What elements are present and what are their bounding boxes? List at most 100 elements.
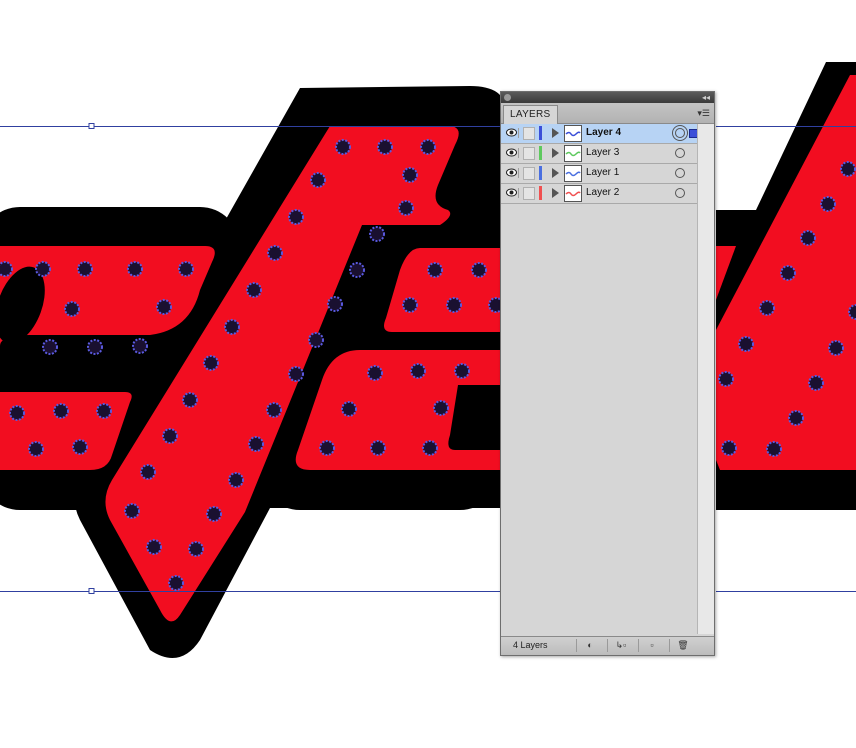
rivet-dot <box>132 338 148 354</box>
lock-toggle[interactable] <box>523 187 535 200</box>
layer-thumbnail <box>564 185 582 202</box>
rivet-dot <box>267 245 283 261</box>
visibility-eye-icon[interactable] <box>506 168 519 178</box>
target-circle-icon[interactable] <box>675 168 685 178</box>
rivet-dot <box>168 575 184 591</box>
layers-list: Layer 4 Layer 3 Layer 1 Layer 2 <box>501 124 698 204</box>
rivet-dot <box>64 301 80 317</box>
layer-name[interactable]: Layer 4 <box>586 127 621 138</box>
rivet-dot <box>206 506 222 522</box>
rivet-dot <box>308 332 324 348</box>
layer-thumbnail <box>564 165 582 182</box>
rivet-dot <box>42 339 58 355</box>
rivet-dot <box>9 405 25 421</box>
rivet-dot <box>178 261 194 277</box>
visibility-eye-icon[interactable] <box>506 188 519 198</box>
rivet-dot <box>327 296 343 312</box>
rivet-dot <box>228 472 244 488</box>
expand-triangle-icon[interactable] <box>552 148 559 158</box>
rivet-dot <box>288 366 304 382</box>
rivet-dot <box>28 441 44 457</box>
target-circle-icon[interactable] <box>675 128 685 138</box>
panel-scrollbar[interactable] <box>697 124 714 634</box>
rivet-dot <box>759 300 775 316</box>
rivet-dot <box>162 428 178 444</box>
rivet-dot <box>398 200 414 216</box>
expand-triangle-icon[interactable] <box>552 188 559 198</box>
rivet-dot <box>53 403 69 419</box>
panel-menu-icon[interactable]: ▾☰ <box>697 107 710 119</box>
rivet-dot <box>420 139 436 155</box>
lock-toggle[interactable] <box>523 127 535 140</box>
layer-name[interactable]: Layer 3 <box>586 147 619 158</box>
rivet-dot <box>127 261 143 277</box>
rivet-dot <box>77 261 93 277</box>
visibility-eye-icon[interactable] <box>506 128 519 138</box>
visibility-eye-icon[interactable] <box>506 148 519 158</box>
layer-thumbnail <box>564 145 582 162</box>
layer-row[interactable]: Layer 2 <box>501 184 697 204</box>
artboard-canvas[interactable] <box>0 0 856 748</box>
layer-color-swatch <box>539 146 542 160</box>
make-clipping-mask-icon[interactable]: ◐ <box>576 639 603 652</box>
new-layer-icon[interactable]: ▫ <box>638 639 665 652</box>
rivet-dot <box>35 261 51 277</box>
rivet-dot <box>766 441 782 457</box>
delete-layer-icon[interactable]: 🗑 <box>669 639 696 652</box>
rivet-dot <box>738 336 754 352</box>
rivet-dot <box>96 403 112 419</box>
layer-color-swatch <box>539 126 542 140</box>
rivet-dot <box>319 440 335 456</box>
expand-triangle-icon[interactable] <box>552 128 559 138</box>
rivet-dot <box>454 363 470 379</box>
rivet-dot <box>446 297 462 313</box>
rivet-dot <box>820 196 836 212</box>
rivet-dot <box>427 262 443 278</box>
panel-tabbar: LAYERS ▾☰ <box>501 103 714 124</box>
layer-name[interactable]: Layer 1 <box>586 167 619 178</box>
lock-toggle[interactable] <box>523 147 535 160</box>
rivet-dot <box>433 400 449 416</box>
layer-row[interactable]: Layer 4 <box>501 124 698 144</box>
rivet-dot <box>377 139 393 155</box>
layer-count: 4 Layers <box>513 640 548 650</box>
expand-triangle-icon[interactable] <box>552 168 559 178</box>
create-sublayer-icon[interactable]: ↳▫ <box>607 639 634 652</box>
layer-row[interactable]: Layer 1 <box>501 164 697 184</box>
rivet-dot <box>471 262 487 278</box>
rivet-dot <box>188 541 204 557</box>
rivet-dot <box>370 440 386 456</box>
layer-name[interactable]: Layer 2 <box>586 187 619 198</box>
rivet-dot <box>788 410 804 426</box>
rivet-dot <box>718 371 734 387</box>
rivet-dot <box>266 402 282 418</box>
layers-panel: ◂◂ LAYERS ▾☰ Layer 4 Layer 3 Layer 1 Lay… <box>500 91 715 656</box>
rivet-dot <box>840 161 856 177</box>
close-icon[interactable] <box>504 94 511 101</box>
rivet-dot <box>335 139 351 155</box>
rivet-dot <box>182 392 198 408</box>
rivet-dot <box>288 209 304 225</box>
rivet-dot <box>800 230 816 246</box>
rivet-dot <box>224 319 240 335</box>
rivet-dot <box>349 262 365 278</box>
panel-titlebar[interactable]: ◂◂ <box>501 92 714 103</box>
lock-toggle[interactable] <box>523 167 535 180</box>
rivet-dot <box>72 439 88 455</box>
rivet-dot <box>310 172 326 188</box>
rivet-dot <box>828 340 844 356</box>
rivet-dot <box>369 226 385 242</box>
rivet-dot <box>203 355 219 371</box>
layer-color-swatch <box>539 166 542 180</box>
target-circle-icon[interactable] <box>675 188 685 198</box>
layer-color-swatch <box>539 186 542 200</box>
rivet-dot <box>248 436 264 452</box>
collapse-icon[interactable]: ◂◂ <box>702 92 710 103</box>
tab-layers[interactable]: LAYERS <box>503 105 558 124</box>
layer-row[interactable]: Layer 3 <box>501 144 697 164</box>
rivet-dot <box>124 503 140 519</box>
target-circle-icon[interactable] <box>675 148 685 158</box>
rivet-dot <box>156 299 172 315</box>
rivet-dot <box>780 265 796 281</box>
layer-thumbnail <box>564 125 582 142</box>
